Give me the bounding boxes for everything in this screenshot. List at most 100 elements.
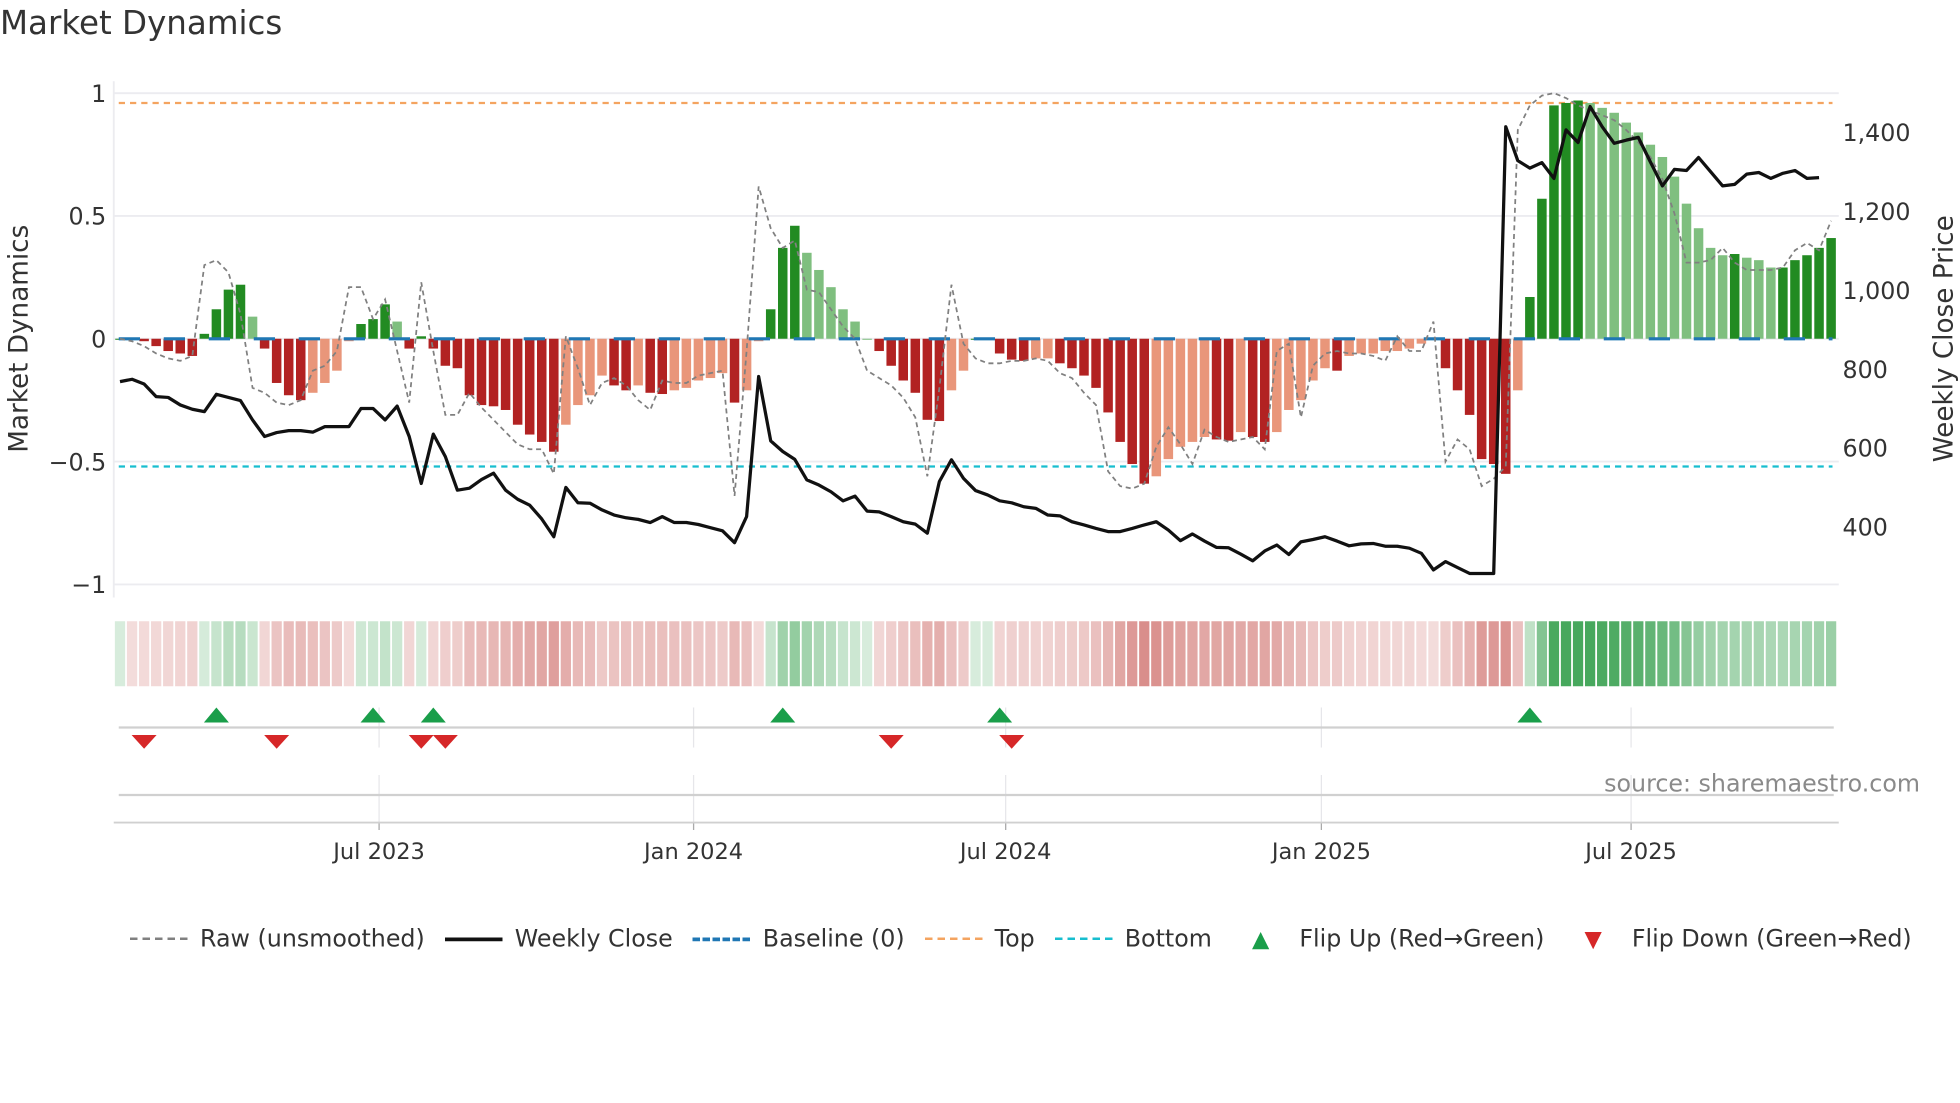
dynamics-bar [1187,338,1198,442]
y2-axis-title: Weekly Close Price [1930,215,1960,462]
dynamics-bar [163,338,173,352]
dynamics-bar [1006,338,1017,360]
regime-strip-cell [331,621,343,687]
flip-down-marker [264,735,290,749]
regime-strip-cell [1392,621,1403,687]
regime-strip-cell [500,621,511,687]
regime-strip-cell [1717,621,1728,687]
dynamics-bar [1139,338,1149,484]
regime-strip-cell [1319,621,1331,687]
regime-strip-cell [1548,621,1560,687]
dynamics-bar [296,338,306,401]
flip-down-marker [131,735,157,749]
legend-item-close: Weekly Close [444,925,673,953]
flip-down-marker [878,735,904,749]
y-tick-label: −0.5 [49,448,107,476]
dynamics-bar [705,338,716,379]
dynamics-bar [1537,198,1547,339]
regime-strip-cell [1512,621,1523,687]
dynamics-bar [1802,255,1812,339]
regime-strip-cell [765,621,776,687]
dynamics-bar [946,338,957,391]
dynamics-bar [1043,338,1053,359]
x-tick-label: Jan 2024 [642,839,743,865]
dynamics-bar [1633,132,1644,339]
regime-strip-cell [1765,621,1776,687]
regime-strip-cell [1054,621,1066,687]
regime-strip-cell [1331,621,1343,687]
regime-strip-cell [1127,621,1138,687]
x-tick-label: Jul 2023 [331,839,425,865]
flip-down-marker [408,735,434,749]
dynamics-bar [416,336,427,339]
regime-strip-cell [1247,621,1258,687]
dynamics-bar [175,338,185,354]
regime-strip-cell [1452,621,1463,687]
dynamics-bar [139,338,149,342]
dynamics-bar [1055,338,1065,364]
regime-strip-cell [934,621,945,687]
dynamics-bar [440,338,451,366]
legend: Raw (unsmoothed) Weekly Close Baseline (0)… [130,925,1932,953]
regime-strip-cell [1645,621,1656,687]
regime-strip-cell [898,621,909,687]
regime-strip-cell [404,621,415,687]
regime-strip-cell [1283,621,1294,687]
y2-tick-label: 1,000 [1843,277,1911,305]
dynamics-bar [464,338,475,396]
regime-strip-cell [1753,621,1764,687]
regime-strip-cell [813,621,825,687]
regime-strip-cell [1102,621,1114,687]
dynamics-bar [1079,338,1089,376]
regime-strip-cell [922,621,933,687]
regime-strip-cell [452,621,463,687]
regime-strip-cell [608,621,620,687]
dynamics-bar [1790,260,1800,339]
dynamics-bar [1826,238,1836,339]
regime-strip-cell [572,621,584,687]
dynamics-bar [1067,338,1077,369]
regime-strip-cell [596,621,608,687]
legend-swatch-close [444,936,503,941]
dynamics-bar [1597,107,1607,339]
regime-strip-cell [1777,621,1789,687]
regime-strip-cell [1693,621,1704,687]
legend-label: Raw (unsmoothed) [200,925,425,953]
legend-item-raw: Raw (unsmoothed) [130,925,425,953]
regime-strip-cell [379,621,391,687]
dynamics-bar [1452,338,1463,391]
regime-strip-cell [1343,621,1355,687]
regime-strip-cell [958,621,969,687]
dynamics-bar [1404,338,1415,349]
dynamics-bar [1091,338,1101,388]
dynamics-bar [356,324,366,339]
source-label: source: sharemaestro.com [1604,769,1920,797]
regime-strip-cell [681,621,692,687]
dynamics-bar [1247,338,1258,437]
dynamics-bar [886,338,896,366]
flip-up-marker [770,707,796,723]
regime-strip-cell [717,621,728,687]
regime-strip-cell [1115,621,1126,687]
regime-strip-cell [1789,621,1801,687]
regime-strip-cell [343,621,355,687]
regime-strip-cell [211,621,222,687]
dynamics-bar [1163,338,1174,460]
dynamics-bar [1284,338,1294,410]
regime-strip-cell [1090,621,1102,687]
dynamics-bar [1609,112,1619,339]
dynamics-bar [1223,338,1234,441]
flip-up-marker [360,707,386,723]
dynamics-bar [247,316,258,339]
flip-up-marker [987,707,1013,723]
dynamics-bar [657,338,667,395]
regime-strip-cell [1524,621,1535,687]
regime-strip-cell [1488,621,1499,687]
regime-strip-cell [416,621,427,687]
regime-strip-cell [1187,621,1198,687]
dynamics-bar [1175,338,1186,447]
dynamics-bars [115,100,1836,484]
regime-strip-cell [560,621,571,687]
legend-item-flip_up: ▲ Flip Up (Red→Green) [1232,925,1544,953]
regime-strip-cell [163,621,174,687]
